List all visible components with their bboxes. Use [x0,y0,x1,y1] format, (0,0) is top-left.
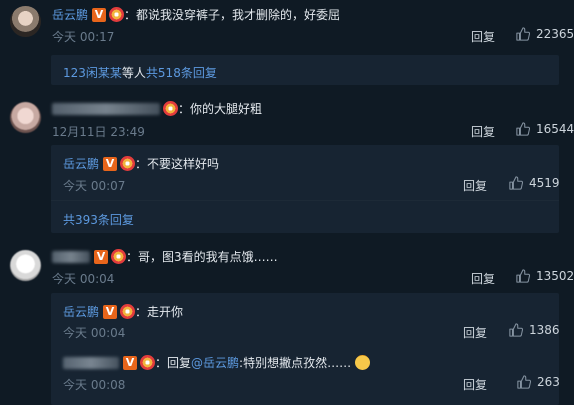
verified-badge-icon: V [123,355,137,370]
reply-button[interactable]: 回复 [463,376,487,393]
thumb-up-icon [509,176,523,190]
drooling-emoji-icon [355,355,371,370]
sub-replies-box: 岳云鹏 V ：不要这样好吗 今天 00:07 回复 4519 共393条回复 [51,145,560,233]
reply-count-link[interactable]: 共518条回复 [146,64,217,81]
avatar[interactable] [10,6,41,37]
reply-text: ：不要这样好吗 [135,157,220,171]
comment-time: 今天 00:04 [52,272,115,286]
reply-text: :特别想撇点孜然…… [239,356,352,370]
flower-badge-icon [109,7,125,22]
comment-3: V ：哥，图3看的我有点饿…… 今天 00:04 回复 13502 岳云鹏 V … [0,240,574,405]
divider [51,200,559,201]
reply-user-name[interactable]: 岳云鹏 [63,155,99,172]
reply-button[interactable]: 回复 [471,123,495,140]
like-count: 13502 [536,269,574,283]
comment-user-name-blurred[interactable] [52,102,160,115]
thumb-up-icon [516,269,530,283]
comment-2: ：你的大腿好粗 12月11日 23:49 回复 16544 岳云鹏 V ：不要这… [0,90,574,240]
comment-text: ：都说我没穿裤子，我才删除的，好委屈 [124,8,341,22]
like-button[interactable]: 263 [517,375,560,389]
reply-time: 今天 00:07 [63,179,126,193]
thumb-up-icon [509,323,523,337]
reply-text-prefix: ：回复 [155,356,192,370]
flower-badge-icon [120,304,136,319]
flower-badge-icon [163,101,178,116]
reply-user-name[interactable]: 岳云鹏 [63,303,99,320]
reply-user-names[interactable]: 123闲某某 [63,64,122,81]
comment-text: ：哥，图3看的我有点饿…… [126,250,278,264]
like-button[interactable]: 22365 [516,27,574,41]
like-count: 22365 [536,27,574,41]
sub-replies-box: 岳云鹏 V ：走开你 今天 00:04 回复 1386 V ：回复 @岳云鹏 :… [51,293,560,405]
thumb-up-icon [517,375,531,389]
avatar[interactable] [10,102,41,133]
mention-link[interactable]: @岳云鹏 [191,354,239,371]
like-button[interactable]: 4519 [509,176,560,190]
flower-badge-icon [140,355,155,370]
reply-button[interactable]: 回复 [471,28,495,45]
like-count: 1386 [529,323,560,337]
comment-1: 岳云鹏 V ：都说我没穿裤子，我才删除的，好委屈 今天 00:17 回复 223… [0,0,574,90]
flower-badge-icon [120,156,136,171]
thumb-up-icon [516,27,530,41]
reply-button[interactable]: 回复 [463,324,487,341]
replies-summary[interactable]: 123闲某某 等人 共518条回复 [51,55,559,85]
verified-badge-icon: V [103,156,118,171]
like-button[interactable]: 16544 [516,122,574,136]
like-count: 4519 [529,176,560,190]
thumb-up-icon [516,122,530,136]
reply-time: 今天 00:08 [63,378,126,392]
flower-badge-icon [111,249,126,264]
like-button[interactable]: 13502 [516,269,574,283]
reply-time: 今天 00:04 [63,326,126,340]
verified-badge-icon: V [103,304,118,319]
reply-button[interactable]: 回复 [463,177,487,194]
verified-badge-icon: V [94,249,108,264]
comment-user-name[interactable]: 岳云鹏 [52,6,88,23]
comment-time: 今天 00:17 [52,30,115,44]
comment-time: 12月11日 23:49 [52,125,145,139]
like-count: 16544 [536,122,574,136]
like-count: 263 [537,375,560,389]
comment-text: ：你的大腿好粗 [178,102,263,116]
comment-user-name-blurred[interactable] [52,250,90,263]
like-button[interactable]: 1386 [509,323,560,337]
reply-button[interactable]: 回复 [471,270,495,287]
reply-user-name-blurred[interactable] [63,356,119,369]
more-replies-link[interactable]: 共393条回复 [63,211,134,228]
verified-badge-icon: V [92,7,107,22]
reply-text: ：走开你 [135,305,184,319]
reply-summary-mid: 等人 [121,66,146,80]
avatar[interactable] [10,250,41,281]
